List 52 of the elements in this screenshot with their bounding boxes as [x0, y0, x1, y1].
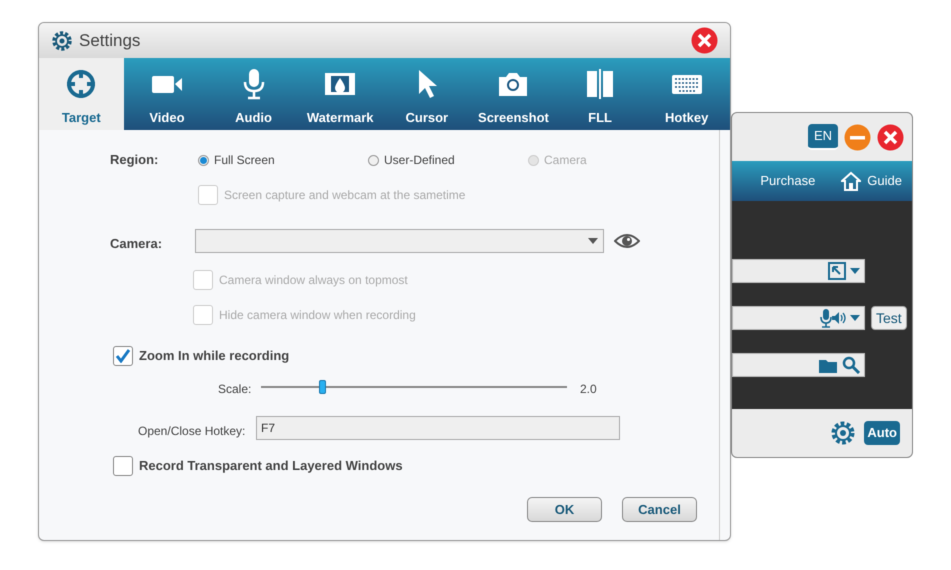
- field-label: Camera:: [110, 235, 162, 253]
- checkbox-label: Zoom In while recording: [139, 347, 290, 366]
- slider-value: 2.0: [580, 381, 597, 398]
- nav-link[interactable]: Guide: [867, 171, 902, 191]
- input-field[interactable]: [732, 306, 865, 330]
- resize-icon[interactable]: [828, 262, 846, 280]
- close-button[interactable]: [877, 124, 904, 150]
- nav-link[interactable]: Purchase: [760, 171, 816, 191]
- close-button[interactable]: [691, 27, 718, 54]
- cancel-button[interactable]: Cancel: [622, 497, 697, 522]
- input-field[interactable]: [732, 353, 865, 377]
- caret-icon: [588, 238, 598, 244]
- search-icon[interactable]: [842, 356, 860, 374]
- checkbox-label: Camera window always on topmost: [219, 272, 408, 289]
- minimize-button[interactable]: [844, 124, 871, 150]
- tab[interactable]: Watermark: [296, 58, 384, 130]
- checkbox-label: Screen capture and webcam at the sametime: [224, 187, 466, 204]
- settings-icon[interactable]: [830, 420, 856, 446]
- field-label: Open/Close Hotkey:: [138, 423, 246, 440]
- tab[interactable]: Target: [39, 58, 124, 130]
- tab[interactable]: Hotkey: [643, 58, 730, 130]
- tab[interactable]: FLL: [556, 58, 644, 130]
- tab[interactable]: Screenshot: [470, 58, 557, 130]
- tab[interactable]: Audio: [210, 58, 297, 130]
- home-icon: [841, 171, 862, 191]
- slider-thumb[interactable]: [319, 380, 326, 394]
- test-button[interactable]: Test: [871, 306, 907, 330]
- slider-label: Scale:: [218, 381, 252, 398]
- checkbox-label: Record Transparent and Layered Windows: [139, 457, 403, 476]
- radio-label: Camera: [544, 152, 587, 169]
- caret-icon[interactable]: [850, 268, 860, 274]
- eye-icon[interactable]: [614, 233, 640, 249]
- gear-icon: [51, 30, 73, 52]
- radio-label: Full Screen: [214, 152, 275, 169]
- auto-button[interactable]: Auto: [864, 421, 900, 445]
- target-icon: [65, 68, 98, 100]
- radio-button[interactable]: [198, 154, 209, 166]
- caret-icon[interactable]: [850, 315, 860, 321]
- hotkey-field[interactable]: F7: [256, 416, 620, 440]
- microphone-speaker-icon[interactable]: [820, 308, 846, 328]
- tab[interactable]: Video: [124, 58, 210, 130]
- checkbox[interactable]: [113, 346, 133, 366]
- ok-button[interactable]: OK: [527, 497, 602, 522]
- radio-label: User-Defined: [384, 152, 455, 169]
- field-label: Region:: [110, 151, 158, 169]
- language-button[interactable]: EN: [808, 124, 838, 150]
- radio-button[interactable]: [368, 154, 379, 166]
- input-field[interactable]: [732, 259, 865, 283]
- checkbox-label: Hide camera window when recording: [219, 307, 416, 324]
- tab[interactable]: Cursor: [384, 58, 470, 130]
- window-title: Settings: [79, 30, 142, 52]
- checkbox[interactable]: [113, 456, 133, 476]
